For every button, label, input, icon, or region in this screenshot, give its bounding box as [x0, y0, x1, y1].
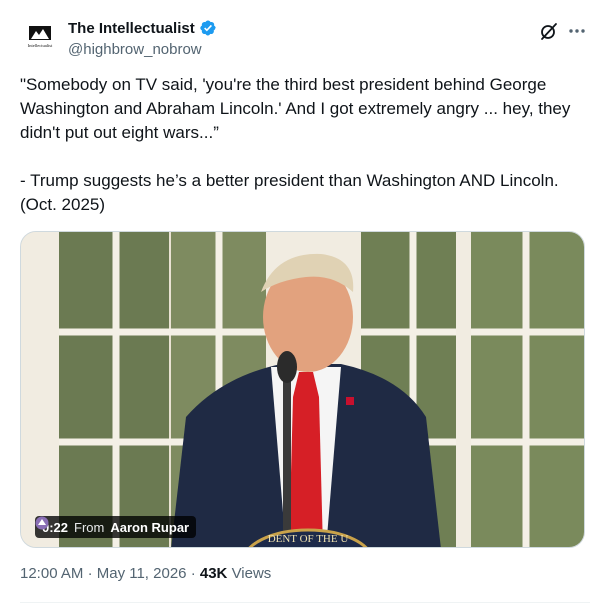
- views-count[interactable]: 43K: [200, 565, 228, 582]
- avatar[interactable]: Intellectualist: [20, 17, 60, 57]
- avatar-wordmark: Intellectualist: [28, 43, 53, 48]
- video-duration-badge: 0:22 From Aaron Rupar: [35, 516, 197, 538]
- author-handle[interactable]: @highbrow_nobrow: [68, 41, 202, 58]
- video-thumbnail: DENT OF THE U: [21, 232, 584, 547]
- author-name-row[interactable]: The Intellectualist: [68, 19, 217, 37]
- tweet-meta: 12:00 AM · May 11, 2026 · 43K Views: [20, 565, 271, 582]
- meta-separator: ·: [87, 565, 93, 582]
- tweet-quote: "Somebody on TV said, 'you're the third …: [20, 75, 571, 142]
- divider: [20, 602, 590, 603]
- meta-separator: ·: [190, 565, 196, 582]
- tweet-date[interactable]: May 11, 2026: [97, 565, 187, 582]
- grok-icon: [541, 23, 557, 40]
- grok-button[interactable]: [538, 20, 560, 42]
- tweet-text: "Somebody on TV said, 'you're the third …: [20, 73, 590, 217]
- more-dots-icon: [569, 29, 585, 33]
- podium-seal-text: DENT OF THE U: [268, 533, 349, 545]
- author-display-name[interactable]: The Intellectualist: [68, 20, 195, 37]
- more-options-button[interactable]: [566, 20, 588, 42]
- verified-badge-icon: [200, 20, 216, 36]
- intellectualist-logo-icon: Intellectualist: [26, 26, 54, 48]
- tweet-caption: - Trump suggests he’s a better president…: [20, 171, 559, 214]
- video-player[interactable]: DENT OF THE U 0:22 From Aaron Rupar: [20, 231, 585, 548]
- views-label: Views: [231, 565, 272, 582]
- tweet-time[interactable]: 12:00 AM: [20, 565, 83, 582]
- video-source-author[interactable]: Aaron Rupar: [110, 520, 189, 535]
- source-avatar-icon: [35, 516, 49, 530]
- tweet-card: Intellectualist The Intellectualist @hig…: [0, 0, 604, 612]
- video-from-label: From: [74, 519, 105, 535]
